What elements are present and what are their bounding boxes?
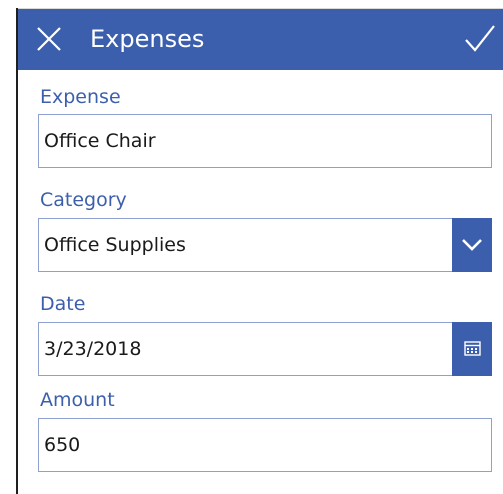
category-label: Category [40, 189, 127, 211]
amount-label: Amount [40, 389, 115, 411]
page-title: Expenses [90, 25, 205, 53]
calendar-icon [464, 341, 481, 356]
window-left-border [16, 8, 18, 494]
date-label: Date [40, 293, 86, 315]
date-picker-button[interactable] [452, 322, 492, 376]
amount-value: 650 [44, 434, 81, 456]
checkmark-icon[interactable] [464, 24, 496, 54]
expense-field[interactable]: Office Chair [38, 114, 492, 168]
expense-value: Office Chair [44, 130, 156, 152]
category-value: Office Supplies [44, 234, 186, 256]
date-field[interactable]: 3/23/2018 [38, 322, 492, 376]
dropdown-button[interactable] [452, 218, 492, 272]
close-icon[interactable] [36, 26, 62, 52]
expense-label: Expense [40, 86, 121, 108]
category-dropdown[interactable]: Office Supplies [38, 218, 492, 272]
date-value: 3/23/2018 [44, 338, 142, 360]
app-header: Expenses [18, 9, 503, 70]
chevron-down-icon [462, 239, 482, 251]
amount-field[interactable]: 650 [38, 418, 492, 472]
